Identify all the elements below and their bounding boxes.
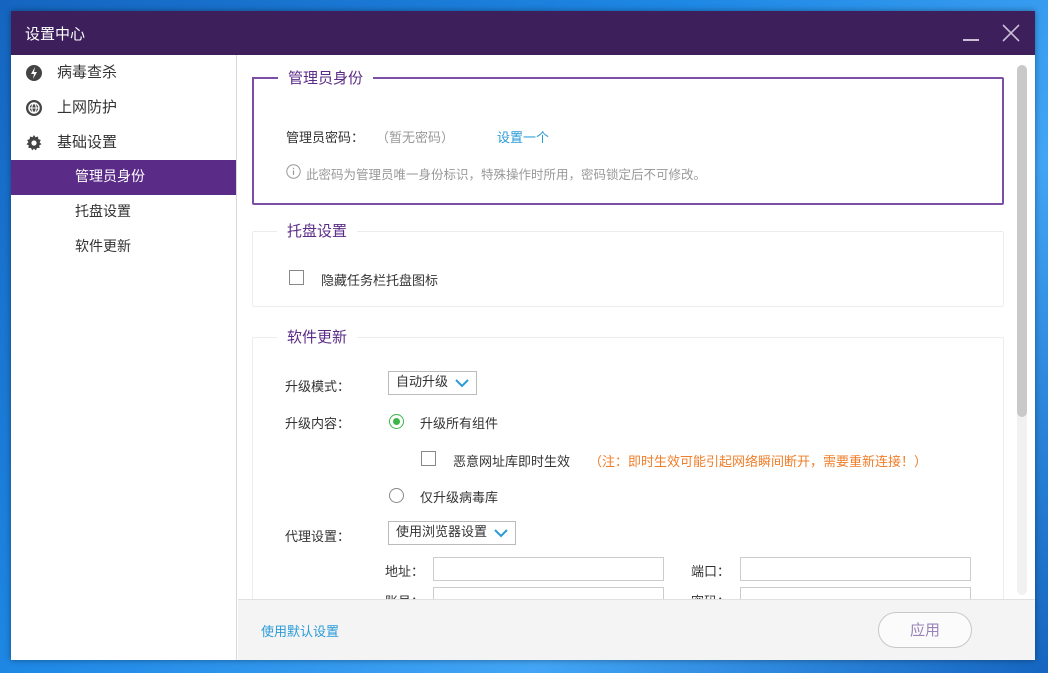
sidebar-item-label: 基础设置 [57, 133, 118, 151]
section-accent [252, 77, 264, 79]
malicious-url-label: 恶意网址库即时生效 [453, 455, 571, 470]
address-input[interactable] [433, 557, 664, 581]
upgrade-virus-only-label: 仅升级病毒库 [420, 491, 499, 506]
gear-icon [26, 135, 42, 151]
admin-password-label: 管理员密码： [286, 131, 365, 146]
sidebar-item-web-protection[interactable]: 上网防护 [11, 90, 236, 125]
sidebar-item-label: 病毒查杀 [57, 63, 118, 81]
settings-content: 管理员身份 管理员密码： （暂无密码） 设置一个 此密码为管理员唯一身份标识，特… [238, 55, 1035, 599]
use-default-settings-link[interactable]: 使用默认设置 [261, 621, 339, 640]
malicious-url-note: （注：即时生效可能引起网络瞬间断开，需要重新连接！） [589, 455, 928, 470]
proxy-value: 使用浏览器设置 [396, 525, 488, 540]
title-bar: 设置中心 [11, 11, 1035, 55]
admin-identity-section: 管理员身份 管理员密码： （暂无密码） 设置一个 此密码为管理员唯一身份标识，特… [252, 67, 1004, 205]
footer-bar: 使用默认设置 应用 [238, 599, 1035, 660]
chevron-down-icon [455, 379, 469, 388]
admin-password-value: （暂无密码） [376, 131, 455, 146]
account-label: 账号： [385, 591, 424, 599]
admin-hint: 此密码为管理员唯一身份标识，特殊操作时所用，密码锁定后不可修改。 [306, 167, 707, 182]
close-button[interactable] [995, 17, 1027, 49]
apply-button[interactable]: 应用 [878, 612, 972, 648]
scrollbar-thumb[interactable] [1017, 65, 1027, 417]
proxy-label: 代理设置： [285, 530, 351, 545]
proxy-password-input[interactable] [740, 587, 971, 599]
port-input[interactable] [740, 557, 971, 581]
upgrade-all-radio[interactable] [389, 414, 404, 429]
upgrade-mode-value: 自动升级 [396, 375, 449, 390]
hide-tray-icon-checkbox[interactable] [289, 270, 304, 285]
proxy-password-label: 密码： [691, 591, 730, 599]
address-label: 地址： [385, 565, 425, 580]
chevron-down-icon [494, 529, 508, 538]
sidebar: 病毒查杀 上网防护 基础设置 管理员身份 托盘设置 软件更新 [11, 55, 237, 660]
settings-window: 设置中心 病毒查杀 上网防护 基础设置 管理员身份 托盘设置 软件更新 管理员身… [11, 11, 1035, 660]
port-label: 端口： [691, 565, 731, 580]
content-scrollbar[interactable] [1017, 65, 1027, 595]
account-input[interactable] [433, 587, 664, 599]
malicious-url-checkbox[interactable] [421, 451, 436, 466]
upgrade-virus-only-radio[interactable] [389, 488, 404, 503]
sidebar-item-virus-scan[interactable]: 病毒查杀 [11, 55, 236, 90]
close-icon [1002, 24, 1020, 42]
set-password-link[interactable]: 设置一个 [497, 127, 549, 146]
proxy-select[interactable]: 使用浏览器设置 [388, 521, 517, 545]
sidebar-item-admin-identity[interactable]: 管理员身份 [11, 160, 236, 195]
virus-scan-icon [26, 65, 42, 81]
section-title: 管理员身份 [278, 67, 374, 88]
section-title: 软件更新 [277, 326, 358, 347]
window-title: 设置中心 [25, 25, 86, 43]
upgrade-mode-label: 升级模式： [285, 380, 351, 395]
info-icon [286, 164, 301, 179]
upgrade-content-label: 升级内容： [285, 417, 351, 432]
web-protection-icon [26, 100, 42, 116]
sidebar-item-basic-settings[interactable]: 基础设置 [11, 125, 236, 160]
sidebar-item-label: 上网防护 [57, 98, 118, 116]
hide-tray-icon-label: 隐藏任务栏托盘图标 [321, 274, 439, 289]
upgrade-mode-select[interactable]: 自动升级 [388, 371, 478, 395]
sidebar-item-tray-settings[interactable]: 托盘设置 [11, 195, 236, 230]
upgrade-all-label: 升级所有组件 [420, 417, 499, 432]
section-title: 托盘设置 [277, 220, 358, 241]
sidebar-item-software-update[interactable]: 软件更新 [11, 230, 236, 265]
minimize-button[interactable] [955, 17, 987, 49]
software-update-section: 软件更新 升级模式： 自动升级 升级内容： 升级所有组件 恶意网址库即时生效 （… [252, 326, 1004, 599]
tray-settings-section: 托盘设置 隐藏任务栏托盘图标 [252, 220, 1004, 307]
